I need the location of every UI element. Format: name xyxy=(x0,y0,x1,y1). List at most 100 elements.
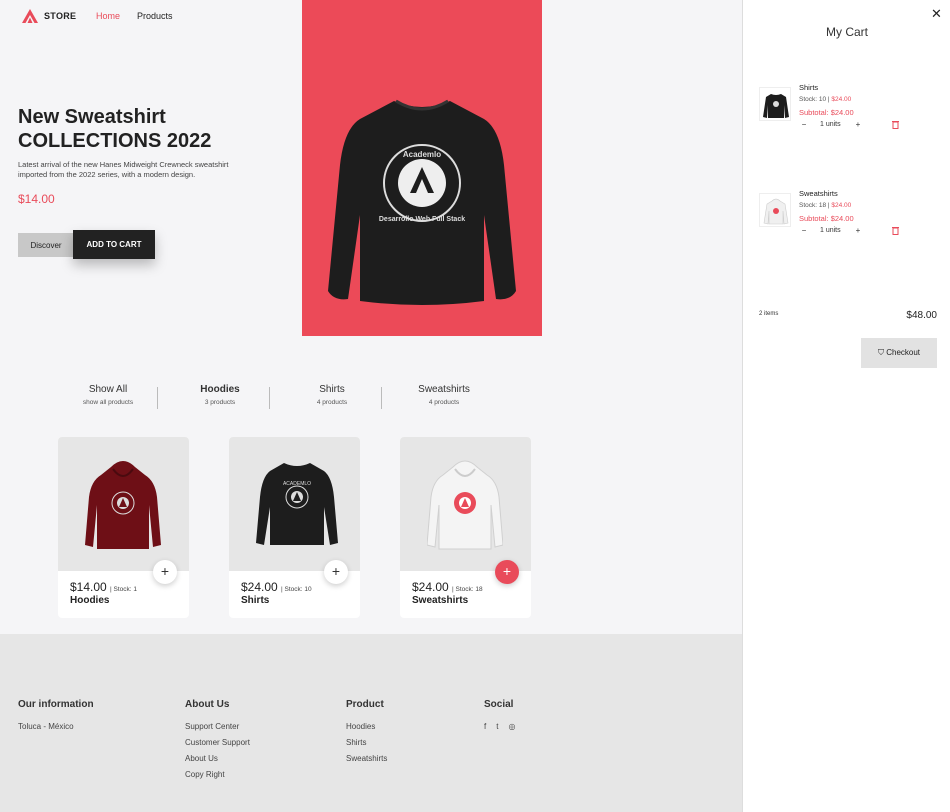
footer-heading: Product xyxy=(346,699,384,710)
product-image xyxy=(58,437,189,571)
filter-sublabel: 3 products xyxy=(204,399,236,406)
price-value: $24.00 xyxy=(241,580,278,594)
filter-sublabel: 4 products xyxy=(428,399,460,406)
cart-item: Sweatshirts Stock: 18 | $24.00 Subtotal:… xyxy=(759,189,939,249)
cart-item-stock: Stock: 18 | $24.00 xyxy=(799,202,851,209)
filter-divider xyxy=(157,387,158,409)
filter-divider xyxy=(381,387,382,409)
discover-button[interactable]: Discover xyxy=(18,233,74,257)
filter-sweatshirts[interactable]: Sweatshirts 4 products xyxy=(388,384,500,406)
twitter-icon[interactable]: t xyxy=(496,722,498,731)
decrease-quantity-button[interactable]: − xyxy=(799,120,809,129)
nav-home-link[interactable]: Home xyxy=(96,11,120,21)
svg-text:ACADEMLO: ACADEMLO xyxy=(283,481,311,487)
footer-link[interactable]: Sweatshirts xyxy=(346,754,387,763)
shirt-thumbnail-image xyxy=(763,94,789,118)
cart-item-subtotal: Subtotal: $24.00 xyxy=(799,108,854,117)
brand-name[interactable]: STORE xyxy=(44,11,76,21)
decrease-quantity-button[interactable]: − xyxy=(799,226,809,235)
footer-heading: Our information xyxy=(18,699,94,710)
unit-price: $24.00 xyxy=(831,202,852,209)
hero-image: Academlo Desarrollo Web Full Stack xyxy=(302,0,542,336)
footer-link[interactable]: Support Center xyxy=(185,722,250,731)
footer-link[interactable]: Customer Support xyxy=(185,738,250,747)
add-to-cart-button[interactable]: ADD TO CART xyxy=(73,230,155,259)
add-to-cart-plus-button[interactable]: + xyxy=(153,560,177,584)
trash-icon[interactable] xyxy=(892,120,899,129)
cart-item-stock: Stock: 10 | $24.00 xyxy=(799,96,851,103)
sweatshirt-thumbnail-image xyxy=(763,198,789,225)
stock-text: Stock: 18 | xyxy=(799,202,830,209)
shield-icon: ⛉ xyxy=(877,348,884,357)
filter-show-all[interactable]: Show All show all products xyxy=(52,384,164,406)
increase-quantity-button[interactable]: + xyxy=(853,226,863,235)
svg-text:Desarrollo Web Full Stack: Desarrollo Web Full Stack xyxy=(379,216,465,223)
nav-products-link[interactable]: Products xyxy=(137,11,173,21)
hoodie-image xyxy=(85,461,161,549)
add-to-cart-plus-button[interactable]: + xyxy=(324,560,348,584)
footer-location: Toluca - México xyxy=(18,722,74,731)
filter-shirts[interactable]: Shirts 4 products xyxy=(276,384,388,406)
svg-text:Academlo: Academlo xyxy=(403,150,441,159)
instagram-icon[interactable]: ◎ xyxy=(508,722,515,731)
filter-label: Hoodies xyxy=(200,384,240,395)
product-name: Shirts xyxy=(241,595,270,606)
brand-logo-icon[interactable] xyxy=(22,9,38,23)
footer-heading: About Us xyxy=(185,699,230,710)
close-icon[interactable]: ✕ xyxy=(931,6,942,22)
social-icons: f t ◎ xyxy=(484,722,515,731)
filter-sublabel: show all products xyxy=(82,399,134,406)
white-hoodie-image xyxy=(427,460,503,550)
footer-link[interactable]: Shirts xyxy=(346,738,387,747)
stock-text: Stock: 10 | xyxy=(799,96,830,103)
footer-heading: Social xyxy=(484,699,514,710)
add-to-cart-plus-button[interactable]: + xyxy=(495,560,519,584)
product-card-sweatshirts[interactable]: + $24.00 | Stock: 18 Sweatshirts xyxy=(400,437,531,618)
increase-quantity-button[interactable]: + xyxy=(853,120,863,129)
product-name: Sweatshirts xyxy=(412,595,469,606)
checkout-label: Checkout xyxy=(886,348,921,357)
product-image: ACADEMLO xyxy=(229,437,360,571)
footer-link[interactable]: About Us xyxy=(185,754,250,763)
sweatshirt-image: Academlo Desarrollo Web Full Stack xyxy=(328,99,516,305)
stock-label: | Stock: 18 xyxy=(452,586,483,593)
footer: Our information Toluca - México About Us… xyxy=(0,634,742,812)
stock-label: | Stock: 10 xyxy=(281,586,312,593)
footer-product-column: Product Hoodies Shirts Sweatshirts xyxy=(346,699,387,770)
product-price: $24.00 | Stock: 10 xyxy=(241,580,312,594)
unit-price: $24.00 xyxy=(831,96,852,103)
cart-item-name: Sweatshirts xyxy=(799,189,838,198)
footer-social-column: Social f t ◎ xyxy=(484,699,515,731)
cart-total: $48.00 xyxy=(906,310,937,321)
cart-item-thumbnail xyxy=(759,87,791,121)
filter-divider xyxy=(269,387,270,409)
footer-about-column: About Us Support Center Customer Support… xyxy=(185,699,250,786)
product-name: Hoodies xyxy=(70,595,110,606)
hero-title: New Sweatshirt COLLECTIONS 2022 xyxy=(18,106,212,152)
product-price: $24.00 | Stock: 18 xyxy=(412,580,483,594)
quantity-value: 1 units xyxy=(820,227,841,234)
filter-sublabel: 4 products xyxy=(316,399,348,406)
product-price: $14.00 | Stock: 1 xyxy=(70,580,137,594)
stock-label: | Stock: 1 xyxy=(110,586,138,593)
footer-link[interactable]: Copy Right xyxy=(185,770,250,779)
checkout-button[interactable]: ⛉ Checkout xyxy=(861,338,937,368)
cart-item-thumbnail xyxy=(759,193,791,227)
product-card-shirts[interactable]: ACADEMLO + $24.00 | Stock: 10 Shirts xyxy=(229,437,360,618)
filter-label: Sweatshirts xyxy=(418,384,470,395)
footer-info-column: Our information Toluca - México xyxy=(18,699,94,738)
cart-title: My Cart xyxy=(826,25,868,39)
hero-description: Latest arrival of the new Hanes Midweigh… xyxy=(18,160,229,179)
cart-item: Shirts Stock: 10 | $24.00 Subtotal: $24.… xyxy=(759,83,939,143)
filter-hoodies[interactable]: Hoodies 3 products xyxy=(164,384,276,406)
footer-link[interactable]: Hoodies xyxy=(346,722,387,731)
cart-item-name: Shirts xyxy=(799,83,819,92)
shirt-image: ACADEMLO xyxy=(256,463,338,545)
cart-items-count: 2 items xyxy=(759,311,779,317)
cart-sidebar: ✕ My Cart Shirts Stock: 10 | $24.00 Subt… xyxy=(742,0,950,812)
category-filters: Show All show all products Hoodies 3 pro… xyxy=(52,384,500,414)
facebook-icon[interactable]: f xyxy=(484,722,486,731)
trash-icon[interactable] xyxy=(892,226,899,235)
price-value: $14.00 xyxy=(70,580,107,594)
product-card-hoodies[interactable]: + $14.00 | Stock: 1 Hoodies xyxy=(58,437,189,618)
